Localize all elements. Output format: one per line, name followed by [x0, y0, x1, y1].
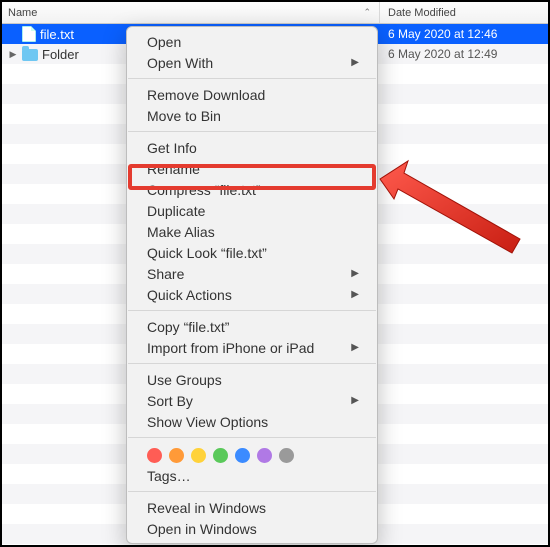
chevron-right-icon: ▶: [351, 57, 359, 68]
menu-label: Import from iPhone or iPad: [147, 340, 314, 356]
file-icon: [22, 26, 36, 42]
menu-move-to-bin[interactable]: Move to Bin: [127, 105, 377, 126]
file-name: file.txt: [40, 27, 74, 42]
menu-open-with[interactable]: Open With ▶: [127, 52, 377, 73]
disclosure-icon[interactable]: ▶: [8, 49, 18, 60]
tag-purple[interactable]: [257, 448, 272, 463]
menu-separator: [128, 78, 376, 79]
tag-yellow[interactable]: [191, 448, 206, 463]
menu-remove-download[interactable]: Remove Download: [127, 84, 377, 105]
sort-caret-icon: ⌃: [363, 7, 371, 18]
column-date[interactable]: Date Modified: [380, 2, 548, 23]
menu-get-info[interactable]: Get Info: [127, 137, 377, 158]
menu-label: Show View Options: [147, 414, 268, 430]
menu-quick-actions[interactable]: Quick Actions ▶: [127, 284, 377, 305]
menu-separator: [128, 437, 376, 438]
menu-rename[interactable]: Rename: [127, 158, 377, 179]
menu-label: Quick Look “file.txt”: [147, 245, 267, 261]
folder-name: Folder: [42, 47, 79, 62]
menu-share[interactable]: Share ▶: [127, 263, 377, 284]
menu-label: Open in Windows: [147, 521, 257, 537]
menu-label: Compress “file.txt”: [147, 182, 261, 198]
menu-quick-look[interactable]: Quick Look “file.txt”: [127, 242, 377, 263]
file-date: 6 May 2020 at 12:46: [380, 27, 548, 41]
tag-orange[interactable]: [169, 448, 184, 463]
menu-reveal-in-windows[interactable]: Reveal in Windows: [127, 497, 377, 518]
menu-make-alias[interactable]: Make Alias: [127, 221, 377, 242]
tags-row: [127, 443, 377, 465]
tag-green[interactable]: [213, 448, 228, 463]
menu-label: Remove Download: [147, 87, 265, 103]
chevron-right-icon: ▶: [351, 342, 359, 353]
menu-label: Get Info: [147, 140, 197, 156]
menu-copy[interactable]: Copy “file.txt”: [127, 316, 377, 337]
folder-date: 6 May 2020 at 12:49: [380, 47, 548, 61]
menu-open[interactable]: Open: [127, 31, 377, 52]
menu-label: Use Groups: [147, 372, 222, 388]
chevron-right-icon: ▶: [351, 268, 359, 279]
menu-use-groups[interactable]: Use Groups: [127, 369, 377, 390]
menu-separator: [128, 363, 376, 364]
tag-grey[interactable]: [279, 448, 294, 463]
menu-label: Quick Actions: [147, 287, 232, 303]
menu-label: Share: [147, 266, 184, 282]
column-name-label: Name: [8, 7, 37, 19]
tag-blue[interactable]: [235, 448, 250, 463]
menu-sort-by[interactable]: Sort By ▶: [127, 390, 377, 411]
menu-separator: [128, 310, 376, 311]
menu-label: Rename: [147, 161, 200, 177]
menu-open-in-windows[interactable]: Open in Windows: [127, 518, 377, 539]
menu-label: Duplicate: [147, 203, 205, 219]
menu-duplicate[interactable]: Duplicate: [127, 200, 377, 221]
menu-label: Open With: [147, 55, 213, 71]
menu-import[interactable]: Import from iPhone or iPad ▶: [127, 337, 377, 358]
list-header: Name ⌃ Date Modified: [2, 2, 548, 24]
menu-label: Sort By: [147, 393, 193, 409]
menu-label: Open: [147, 34, 181, 50]
menu-label: Tags…: [147, 468, 191, 484]
chevron-right-icon: ▶: [351, 289, 359, 300]
context-menu: Open Open With ▶ Remove Download Move to …: [126, 26, 378, 544]
menu-show-view-options[interactable]: Show View Options: [127, 411, 377, 432]
menu-label: Move to Bin: [147, 108, 221, 124]
menu-label: Reveal in Windows: [147, 500, 266, 516]
menu-label: Copy “file.txt”: [147, 319, 229, 335]
tag-red[interactable]: [147, 448, 162, 463]
folder-icon: [22, 49, 38, 61]
menu-label: Make Alias: [147, 224, 215, 240]
menu-separator: [128, 491, 376, 492]
column-date-label: Date Modified: [388, 7, 456, 19]
menu-separator: [128, 131, 376, 132]
chevron-right-icon: ▶: [351, 395, 359, 406]
menu-compress[interactable]: Compress “file.txt”: [127, 179, 377, 200]
column-name[interactable]: Name ⌃: [2, 2, 380, 23]
menu-tags[interactable]: Tags…: [127, 465, 377, 486]
